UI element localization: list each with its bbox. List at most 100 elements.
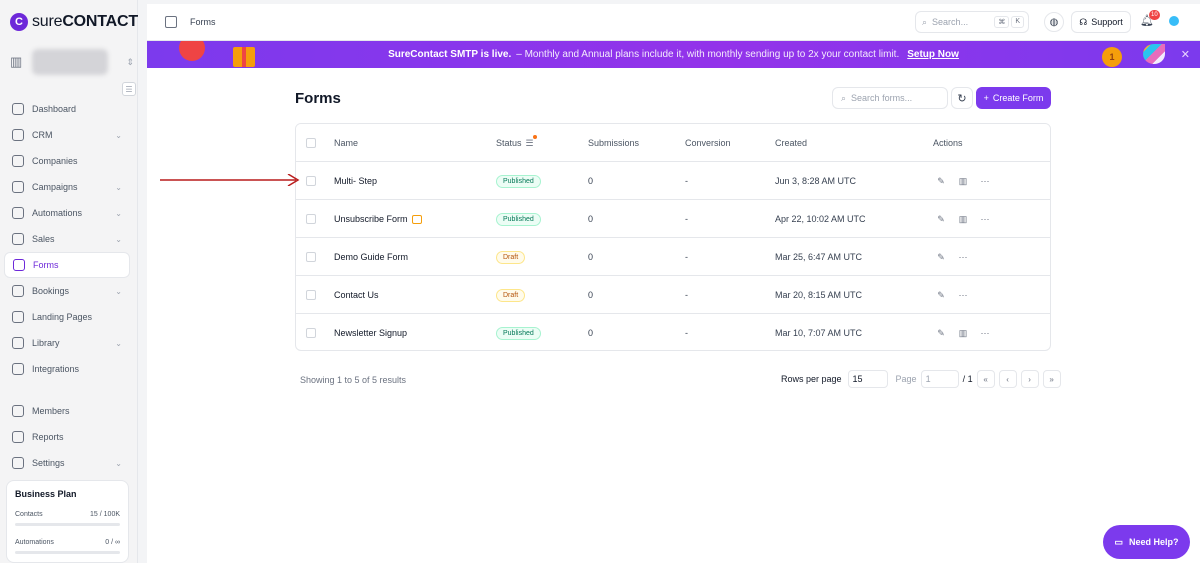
row-checkbox[interactable]: [306, 214, 316, 224]
forms-search-input[interactable]: ⌕ Search forms...: [832, 87, 948, 109]
sidebar-item-label: Dashboard: [32, 104, 77, 114]
table-row[interactable]: Newsletter Signup Published 0 - Mar 10, 7:07…: [296, 314, 1050, 350]
form-name[interactable]: Unsubscribe Form: [334, 214, 408, 224]
collapse-sidebar-button[interactable]: ☰: [122, 82, 136, 96]
row-checkbox[interactable]: [306, 176, 316, 186]
edit-icon[interactable]: ✎: [933, 328, 949, 339]
form-name[interactable]: Demo Guide Form: [334, 252, 408, 262]
submissions-cell: 0: [588, 214, 594, 224]
col-created-header[interactable]: Created: [775, 124, 807, 162]
create-form-button[interactable]: + Create Form: [976, 87, 1051, 109]
refresh-button[interactable]: ↻: [951, 87, 973, 109]
more-options-icon[interactable]: ⋯: [977, 328, 993, 339]
sidebar-toggle-icon[interactable]: [165, 16, 177, 28]
stats-icon[interactable]: ▥: [955, 214, 971, 225]
workspace-switcher[interactable]: ▥ ⇕: [10, 47, 134, 77]
edit-icon[interactable]: ✎: [933, 252, 949, 263]
form-name[interactable]: Newsletter Signup: [334, 328, 407, 338]
next-page-button[interactable]: ›: [1020, 370, 1039, 388]
sidebar-item-landing-pages[interactable]: Landing Pages: [4, 304, 130, 330]
sidebar-item-settings[interactable]: Settings ⌄: [4, 450, 130, 476]
landing-pages-icon: [12, 311, 24, 323]
need-help-button[interactable]: ▭ Need Help?: [1103, 525, 1190, 559]
edit-icon[interactable]: ✎: [933, 290, 949, 301]
external-link-icon[interactable]: [411, 214, 422, 224]
row-checkbox[interactable]: [306, 328, 316, 338]
page-number-input[interactable]: 1: [920, 370, 959, 388]
table-row[interactable]: Unsubscribe Form Published 0 - Apr 22, 10:02…: [296, 200, 1050, 238]
sidebar-item-library[interactable]: Library ⌄: [4, 330, 130, 356]
sidebar-item-companies[interactable]: Companies: [4, 148, 130, 174]
col-status-header[interactable]: Status ☰: [496, 124, 537, 162]
edit-icon[interactable]: ✎: [933, 176, 949, 187]
logo-mark-icon: C: [10, 13, 28, 31]
sidebar-item-bookings[interactable]: Bookings ⌄: [4, 278, 130, 304]
support-button[interactable]: ☊ Support: [1071, 11, 1131, 33]
refresh-icon: ↻: [957, 92, 967, 105]
table-row[interactable]: Multi- Step Published 0 - Jun 3, 8:28 AM UTC…: [296, 162, 1050, 200]
filter-icon[interactable]: ☰: [526, 134, 537, 149]
sidebar-item-sales[interactable]: Sales ⌄: [4, 226, 130, 252]
extension-icon[interactable]: [1169, 16, 1179, 26]
plan-automations-label: Automations: [15, 539, 54, 546]
first-page-button[interactable]: «: [976, 370, 995, 388]
sidebar-item-reports[interactable]: Reports: [4, 424, 130, 450]
pagination-summary: Showing 1 to 5 of 5 results: [300, 375, 407, 385]
form-name-cell[interactable]: Unsubscribe Form: [334, 200, 422, 238]
form-name-cell[interactable]: Newsletter Signup: [334, 314, 407, 350]
need-help-label: Need Help?: [1129, 537, 1179, 547]
row-select-cell: [306, 162, 316, 200]
form-name-cell[interactable]: Contact Us: [334, 276, 379, 314]
sidebar-item-label: CRM: [32, 130, 53, 140]
kbd-k: K: [1011, 16, 1024, 28]
last-page-button[interactable]: »: [1042, 370, 1061, 388]
headset-icon: ☊: [1079, 16, 1088, 27]
select-all-checkbox[interactable]: [306, 138, 316, 148]
sidebar-item-label: Forms: [33, 260, 59, 270]
more-options-icon[interactable]: ⋯: [977, 176, 993, 187]
table-header-row: Name Status ☰ Submissions Conversion Cre…: [296, 124, 1050, 162]
conversion-cell: -: [685, 176, 688, 186]
sidebar-item-members[interactable]: Members: [4, 398, 130, 424]
row-checkbox[interactable]: [306, 290, 316, 300]
stats-icon[interactable]: ▥: [955, 328, 971, 339]
sidebar-item-integrations[interactable]: Integrations: [4, 356, 130, 382]
global-search-input[interactable]: ⌕ Search... ⌘ K: [915, 11, 1029, 33]
sidebar-item-crm[interactable]: CRM ⌄: [4, 122, 130, 148]
globe-icon[interactable]: ◍: [1044, 12, 1064, 32]
more-options-icon[interactable]: ⋯: [955, 290, 971, 301]
form-name[interactable]: Contact Us: [334, 290, 379, 300]
rows-per-page-select[interactable]: 15: [847, 370, 888, 388]
workspace-name-blurred: [32, 49, 108, 75]
prev-page-button[interactable]: ‹: [998, 370, 1017, 388]
status-badge: Published: [496, 212, 541, 226]
form-name-cell[interactable]: Multi- Step: [334, 162, 377, 200]
more-options-icon[interactable]: ⋯: [977, 214, 993, 225]
sidebar-item-automations[interactable]: Automations ⌄: [4, 200, 130, 226]
table-row[interactable]: Demo Guide Form Draft 0 - Mar 25, 6:47 AM UT…: [296, 238, 1050, 276]
integrations-icon: [12, 363, 24, 375]
sidebar-item-label: Library: [32, 338, 60, 348]
building-icon: ▥: [10, 54, 23, 69]
form-name-cell[interactable]: Demo Guide Form: [334, 238, 408, 276]
actions-cell: ✎ ▥ ⋯: [933, 200, 993, 238]
forms-table: Name Status ☰ Submissions Conversion Cre…: [295, 123, 1051, 351]
col-submissions-header: Submissions: [588, 138, 640, 148]
sidebar-item-campaigns[interactable]: Campaigns ⌄: [4, 174, 130, 200]
setup-now-link[interactable]: Setup Now: [907, 49, 959, 60]
sidebar-item-dashboard[interactable]: Dashboard: [4, 96, 130, 122]
form-name[interactable]: Multi- Step: [334, 176, 377, 186]
close-icon[interactable]: ✕: [1181, 48, 1190, 61]
table-row[interactable]: Contact Us Draft 0- Mar 20, 8:15 AM UTC ✎ ⋯: [296, 276, 1050, 314]
submissions-cell: 0: [588, 176, 594, 186]
row-checkbox[interactable]: [306, 252, 316, 262]
col-name-header[interactable]: Name: [334, 124, 358, 162]
edit-icon[interactable]: ✎: [933, 214, 949, 225]
app-logo[interactable]: C sureCONTACT: [10, 13, 138, 31]
more-options-icon[interactable]: ⋯: [955, 252, 971, 263]
gift-icon: [233, 47, 255, 67]
sidebar-item-forms[interactable]: Forms: [4, 252, 130, 278]
row-select-cell: [306, 314, 316, 350]
stats-icon[interactable]: ▥: [955, 176, 971, 187]
